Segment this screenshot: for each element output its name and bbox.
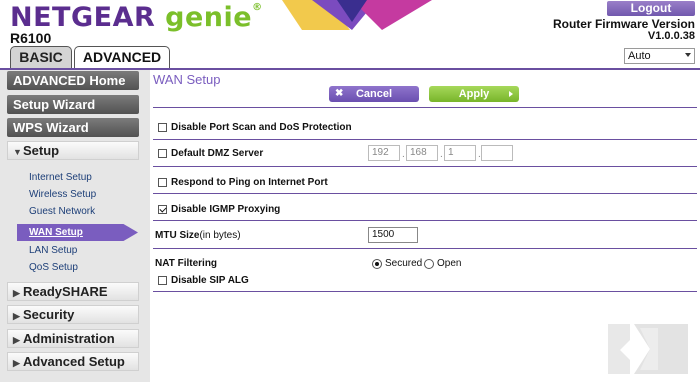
sidebar-item-setup[interactable]: ▼Setup (7, 141, 139, 160)
nat-secured-radio[interactable] (372, 258, 382, 269)
divider (153, 193, 697, 194)
sidebar-subitem-lan-setup[interactable]: LAN Setup (29, 245, 77, 256)
registered-mark: ® (252, 2, 263, 13)
tab-advanced[interactable]: ADVANCED (74, 46, 170, 68)
divider (153, 291, 697, 292)
watermark-logo (608, 324, 688, 374)
triangle-down-icon: ▼ (13, 147, 22, 157)
disable-sip-checkbox[interactable] (158, 276, 167, 285)
sidebar-item-administration[interactable]: ▶ Administration (7, 329, 139, 348)
triangle-right-icon: ▶ (13, 311, 20, 321)
ip-separator: . (402, 149, 405, 160)
mtu-input[interactable]: 1500 (368, 227, 418, 243)
divider (153, 248, 697, 249)
sidebar-item-label: ReadySHARE (23, 284, 108, 299)
sidebar-subitem-qos-setup[interactable]: QoS Setup (29, 262, 78, 273)
nat-secured-label: Secured (385, 258, 423, 269)
nat-open-label: Open (437, 258, 462, 269)
router-model: R6100 (10, 30, 52, 46)
nat-filtering-label: NAT Filtering (155, 258, 218, 269)
apply-button-label: Apply (458, 88, 490, 100)
sidebar-item-label: Advanced Setup (23, 354, 125, 369)
dmz-label: Default DMZ Server (171, 148, 264, 159)
cancel-button-label: Cancel (355, 88, 393, 100)
sidebar-item-label: Administration (23, 331, 115, 346)
disable-portscan-checkbox[interactable] (158, 123, 167, 132)
triangle-right-icon: ▶ (13, 335, 20, 345)
disable-sip-label: Disable SIP ALG (171, 275, 249, 286)
disable-igmp-label: Disable IGMP Proxying (171, 204, 281, 215)
dmz-checkbox[interactable] (158, 149, 167, 158)
sidebar-item-advanced-setup[interactable]: ▶ Advanced Setup (7, 352, 139, 371)
mtu-label: MTU Size(in bytes) (155, 230, 241, 241)
brand-sub: genie (165, 2, 253, 33)
firmware-label: Router Firmware Version (552, 17, 695, 31)
triangle-right-icon: ▶ (13, 288, 20, 298)
logout-button[interactable]: Logout (607, 1, 695, 16)
header-decoration-graphic (282, 0, 432, 30)
close-icon: ✖ (335, 88, 344, 99)
dmz-ip-octet-4[interactable] (481, 145, 513, 161)
respond-ping-row: Respond to Ping on Internet Port (158, 177, 328, 188)
nat-open-radio[interactable] (424, 258, 434, 269)
sidebar-item-label: Setup (23, 143, 60, 158)
chevron-down-icon (685, 53, 691, 57)
firmware-version: V1.0.0.38 (647, 30, 695, 42)
sidebar-subitem-wan-setup[interactable]: WAN Setup (17, 224, 138, 241)
divider (153, 107, 697, 108)
mtu-unit: (in bytes) (199, 230, 241, 241)
sidebar-subitem-internet-setup[interactable]: Internet Setup (29, 172, 92, 183)
triangle-right-icon: ▶ (13, 358, 20, 368)
tab-basic[interactable]: BASIC (10, 46, 72, 68)
nat-secured-option[interactable]: Secured (372, 258, 422, 269)
nat-open-option[interactable]: Open (424, 258, 461, 269)
page-title: WAN Setup (153, 72, 221, 87)
sidebar-item-wps-wizard[interactable]: WPS Wizard (7, 118, 139, 137)
divider (153, 139, 697, 140)
disable-igmp-row: Disable IGMP Proxying (158, 204, 280, 215)
sidebar-item-security[interactable]: ▶ Security (7, 305, 139, 324)
divider (153, 166, 697, 167)
disable-portscan-label: Disable Port Scan and DoS Protection (171, 122, 352, 133)
sidebar-subitem-guest-network[interactable]: Guest Network (29, 206, 95, 217)
ip-separator: . (440, 149, 443, 160)
language-select[interactable]: Auto (624, 48, 695, 64)
respond-ping-checkbox[interactable] (158, 178, 167, 187)
sidebar-item-setup-wizard[interactable]: Setup Wizard (7, 95, 139, 114)
disable-igmp-checkbox[interactable] (158, 205, 167, 214)
arrow-right-icon (509, 91, 513, 97)
apply-button[interactable]: Apply (429, 86, 519, 102)
language-select-value: Auto (628, 50, 651, 62)
cancel-button[interactable]: ✖ Cancel (329, 86, 419, 102)
brand-name: NETGEAR (10, 2, 156, 33)
respond-ping-label: Respond to Ping on Internet Port (171, 177, 328, 188)
sidebar-item-advanced-home[interactable]: ADVANCED Home (7, 71, 139, 90)
sidebar-item-label: Security (23, 307, 75, 322)
dmz-row: Default DMZ Server (158, 148, 263, 159)
sidebar-item-readyshare[interactable]: ▶ ReadySHARE (7, 282, 139, 301)
disable-sip-row: Disable SIP ALG (158, 275, 249, 286)
disable-portscan-row: Disable Port Scan and DoS Protection (158, 122, 352, 133)
netgear-genie-logo: NETGEAR genie® (10, 2, 263, 33)
divider (153, 220, 697, 221)
dmz-ip-octet-1[interactable]: 192 (368, 145, 400, 161)
dmz-ip-octet-3[interactable]: 1 (444, 145, 476, 161)
sidebar-subitem-wireless-setup[interactable]: Wireless Setup (29, 189, 96, 200)
dmz-ip-octet-2[interactable]: 168 (406, 145, 438, 161)
mtu-label-text: MTU Size (155, 230, 200, 241)
router-admin-page: { "header": { "brand": "NETGEAR", "brand… (0, 0, 700, 382)
